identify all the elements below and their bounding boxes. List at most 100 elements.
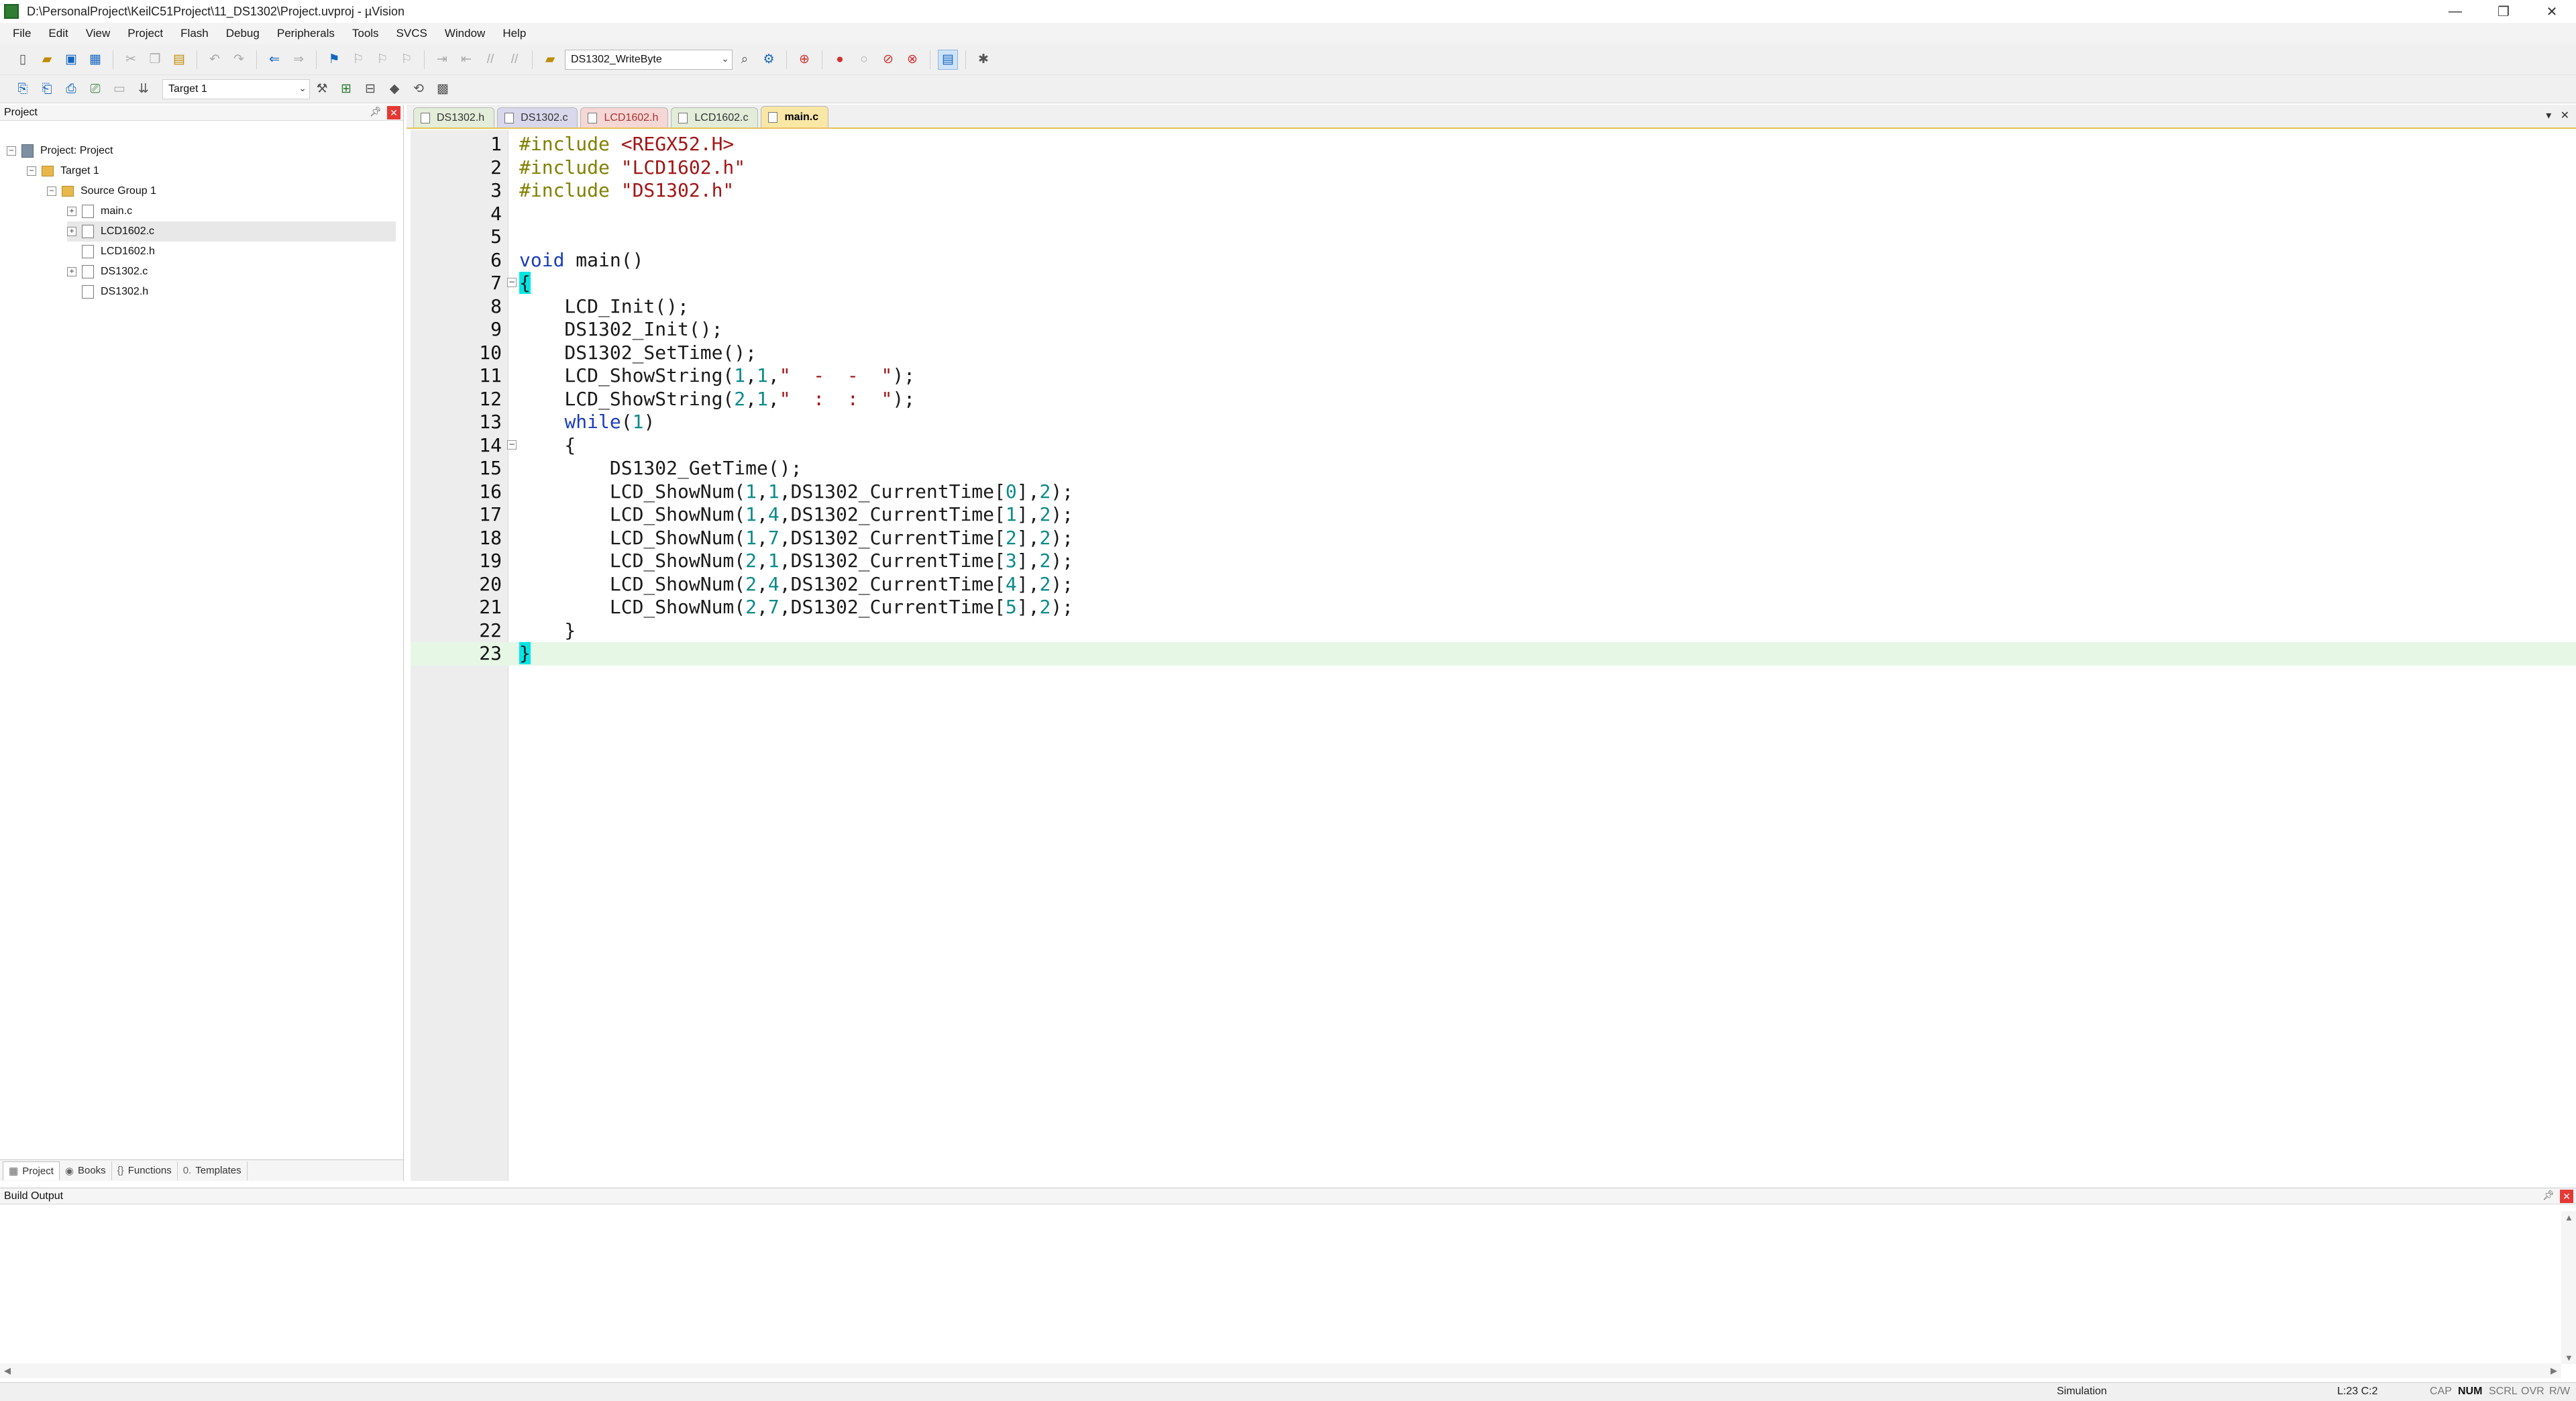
bookmark-prev-icon[interactable]: ⚐ bbox=[348, 50, 368, 70]
pin-icon[interactable]: 📌︎ bbox=[2542, 1190, 2555, 1201]
collapse-icon[interactable]: − bbox=[7, 146, 16, 156]
code-line[interactable]: 5 bbox=[411, 225, 2576, 249]
uncomment-icon[interactable]: // bbox=[504, 50, 525, 70]
build-icon[interactable]: ⎗ bbox=[37, 79, 57, 99]
tree-node-target[interactable]: − Target 1 bbox=[27, 161, 99, 181]
scroll-left-icon[interactable]: ◀ bbox=[4, 1365, 11, 1376]
cut-icon[interactable]: ✂ bbox=[121, 50, 141, 70]
redo-icon[interactable]: ↷ bbox=[229, 50, 249, 70]
select-packs-icon[interactable]: ◆ bbox=[384, 79, 405, 99]
tree-node-file[interactable]: + DS1302.c bbox=[67, 262, 148, 282]
code-line[interactable]: 16 LCD_ShowNum(1,1,DS1302_CurrentTime[0]… bbox=[411, 480, 2576, 504]
tab-lcd1602-h[interactable]: LCD1602.h bbox=[580, 107, 669, 127]
tab-list-and-close-icon[interactable]: ▾ ✕ bbox=[2546, 109, 2569, 122]
copy-icon[interactable]: ❐ bbox=[145, 50, 165, 70]
tree-node-file[interactable]: + LCD1602.c bbox=[67, 221, 396, 242]
code-line[interactable]: 14− { bbox=[411, 434, 2576, 458]
new-file-icon[interactable]: ▯ bbox=[13, 50, 33, 70]
tab-lcd1602-c[interactable]: LCD1602.c bbox=[671, 107, 759, 127]
code-line[interactable]: 8 LCD_Init(); bbox=[411, 295, 2576, 319]
navigate-forward-icon[interactable]: ⇒ bbox=[288, 50, 309, 70]
tab-main-c[interactable]: main.c bbox=[761, 106, 829, 127]
scroll-up-icon[interactable]: ▲ bbox=[2565, 1212, 2573, 1223]
code-line[interactable]: 6 void main() bbox=[411, 249, 2576, 272]
bookmark-next-icon[interactable]: ⚐ bbox=[372, 50, 392, 70]
minimize-button[interactable]: — bbox=[2431, 0, 2479, 23]
tab-templates[interactable]: 0. Templates bbox=[178, 1161, 248, 1180]
code-line[interactable]: 21 LCD_ShowNum(2,7,DS1302_CurrentTime[5]… bbox=[411, 596, 2576, 619]
paste-icon[interactable]: ▤ bbox=[169, 50, 189, 70]
tab-ds1302-c[interactable]: DS1302.c bbox=[497, 107, 578, 127]
menu-file[interactable]: File bbox=[4, 23, 40, 44]
menu-tools[interactable]: Tools bbox=[343, 23, 388, 44]
pack-installer-icon[interactable]: ⟲ bbox=[409, 79, 429, 99]
bookmark-clear-icon[interactable]: ⚐ bbox=[396, 50, 417, 70]
rebuild-icon[interactable]: ⎙ bbox=[61, 79, 81, 99]
code-line[interactable]: 11 LCD_ShowString(1,1," - - "); bbox=[411, 364, 2576, 388]
code-line[interactable]: 19 LCD_ShowNum(2,1,DS1302_CurrentTime[3]… bbox=[411, 550, 2576, 573]
fold-toggle-icon[interactable]: − bbox=[507, 278, 517, 287]
tree-node-file[interactable]: + main.c bbox=[67, 201, 132, 221]
tree-node-file[interactable]: LCD1602.h bbox=[67, 242, 155, 262]
tree-node-source-group[interactable]: − Source Group 1 bbox=[47, 181, 156, 201]
tab-project[interactable]: ▦ Project bbox=[3, 1161, 60, 1180]
tree-node-project[interactable]: − Project: Project bbox=[7, 141, 113, 161]
debug-session-icon[interactable]: ⊕ bbox=[794, 50, 814, 70]
fold-toggle-icon[interactable]: − bbox=[507, 439, 517, 450]
code-area[interactable]: 1 #include <REGX52.H> 2 #include "LCD1602.h… bbox=[407, 130, 2576, 1181]
horizontal-scrollbar[interactable]: ◀ ▶ bbox=[0, 1363, 2561, 1378]
find-in-files-icon[interactable]: ▰ bbox=[540, 50, 560, 70]
expand-icon[interactable]: + bbox=[67, 267, 76, 276]
stop-build-icon[interactable]: ▭ bbox=[109, 79, 129, 99]
configure-icon[interactable]: ✱ bbox=[973, 50, 994, 70]
vertical-scrollbar[interactable]: ▲ ▼ bbox=[2561, 1211, 2576, 1364]
scroll-right-icon[interactable]: ▶ bbox=[2551, 1365, 2557, 1376]
tab-functions[interactable]: {} Functions bbox=[112, 1161, 178, 1180]
function-combo[interactable]: DS1302_WriteByte ⌄ bbox=[565, 49, 733, 70]
menu-view[interactable]: View bbox=[77, 23, 119, 44]
code-line[interactable]: 7−{ bbox=[411, 272, 2576, 295]
code-line[interactable]: 13 while(1) bbox=[411, 411, 2576, 434]
incremental-find-icon[interactable]: ⚙ bbox=[759, 50, 779, 70]
code-line[interactable]: 18 LCD_ShowNum(1,7,DS1302_CurrentTime[2]… bbox=[411, 527, 2576, 550]
navigate-back-icon[interactable]: ⇐ bbox=[264, 50, 284, 70]
expand-icon[interactable]: + bbox=[67, 207, 76, 216]
code-line[interactable]: 15 DS1302_GetTime(); bbox=[411, 457, 2576, 480]
open-file-icon[interactable]: ▰ bbox=[37, 50, 57, 70]
code-line[interactable]: 22 } bbox=[411, 619, 2576, 643]
breakpoint-kill-all-icon[interactable]: ⊗ bbox=[902, 50, 922, 70]
code-line[interactable]: 20 LCD_ShowNum(2,4,DS1302_CurrentTime[4]… bbox=[411, 573, 2576, 596]
breakpoint-insert-icon[interactable]: ● bbox=[830, 50, 850, 70]
menu-window[interactable]: Window bbox=[436, 23, 494, 44]
menu-project[interactable]: Project bbox=[119, 23, 172, 44]
unindent-icon[interactable]: ⇤ bbox=[456, 50, 476, 70]
target-combo[interactable]: Target 1 ⌄ bbox=[162, 79, 310, 99]
download-icon[interactable]: ⇊ bbox=[133, 79, 154, 99]
tab-books[interactable]: ◉ Books bbox=[60, 1161, 112, 1180]
target-options-icon[interactable]: ⚒ bbox=[312, 79, 332, 99]
window-layout-icon[interactable]: ▤ bbox=[938, 49, 958, 70]
scroll-down-icon[interactable]: ▼ bbox=[2565, 1353, 2573, 1363]
tab-ds1302-h[interactable]: DS1302.h bbox=[413, 107, 495, 127]
translate-icon[interactable]: ⎘ bbox=[13, 79, 33, 99]
code-line[interactable]: 17 LCD_ShowNum(1,4,DS1302_CurrentTime[1]… bbox=[411, 503, 2576, 527]
close-window-button[interactable]: ✕ bbox=[2528, 0, 2576, 23]
code-line[interactable]: 10 DS1302_SetTime(); bbox=[411, 342, 2576, 365]
expand-icon[interactable]: + bbox=[67, 227, 76, 236]
file-extensions-icon[interactable]: ⊞ bbox=[336, 79, 356, 99]
code-line[interactable]: 3 #include "DS1302.h" bbox=[411, 179, 2576, 203]
find-icon[interactable]: ⌕ bbox=[735, 50, 755, 70]
code-line[interactable]: 2 #include "LCD1602.h" bbox=[411, 156, 2576, 180]
menu-edit[interactable]: Edit bbox=[40, 23, 76, 44]
manage-components-icon[interactable]: ⊟ bbox=[360, 79, 380, 99]
menu-debug[interactable]: Debug bbox=[217, 23, 268, 44]
menu-help[interactable]: Help bbox=[494, 23, 535, 44]
save-all-icon[interactable]: ▦ bbox=[85, 50, 105, 70]
menu-svcs[interactable]: SVCS bbox=[388, 23, 436, 44]
tree-node-file[interactable]: DS1302.h bbox=[67, 282, 148, 302]
restore-button[interactable]: ❐ bbox=[2479, 0, 2528, 23]
menu-peripherals[interactable]: Peripherals bbox=[268, 23, 343, 44]
breakpoint-disable-icon[interactable]: ○ bbox=[854, 50, 874, 70]
collapse-icon[interactable]: − bbox=[27, 166, 36, 176]
close-pane-icon[interactable]: ✕ bbox=[387, 106, 400, 119]
